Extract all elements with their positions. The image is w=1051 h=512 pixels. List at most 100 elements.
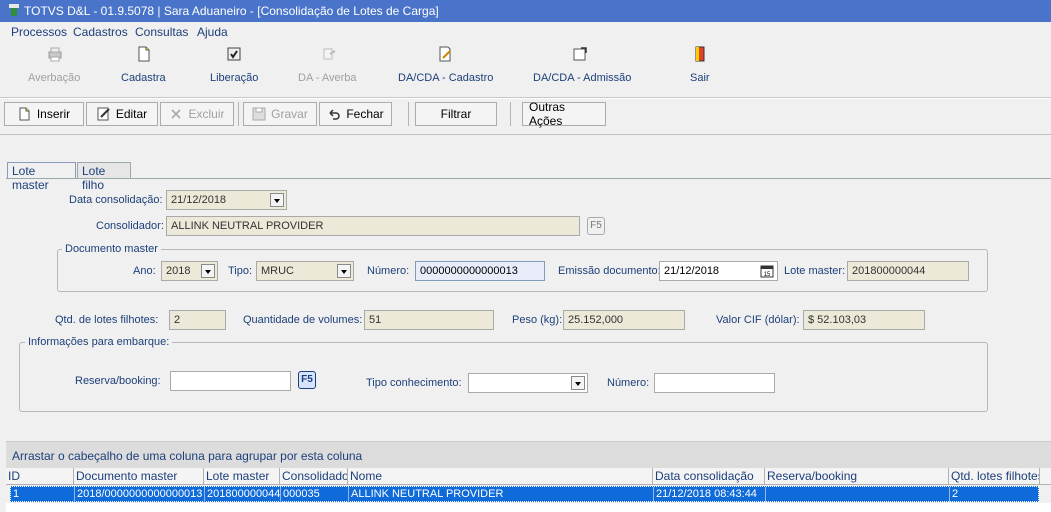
tipo-value: MRUC bbox=[261, 265, 294, 277]
exit-door-icon bbox=[695, 46, 705, 62]
grid-header: ID Documento master Lote master Consolid… bbox=[6, 468, 1051, 485]
delete-x-icon bbox=[171, 109, 182, 119]
tab-lote-master[interactable]: Lote master bbox=[7, 162, 76, 192]
qtd-volumes-label: Quantidade de volumes: bbox=[243, 314, 363, 326]
numero-input[interactable]: 0000000000000013 bbox=[415, 261, 545, 281]
reserva-input[interactable] bbox=[170, 371, 291, 391]
table-row[interactable]: 1 2018/0000000000000013 201800000044 000… bbox=[10, 486, 1039, 502]
numero-value: 0000000000000013 bbox=[420, 265, 518, 277]
chevron-down-icon[interactable] bbox=[571, 376, 585, 390]
column-header-id[interactable]: ID bbox=[6, 468, 74, 485]
filtrar-button[interactable]: Filtrar bbox=[415, 102, 497, 126]
toolbar-separator bbox=[510, 102, 511, 126]
grid-empty-area bbox=[6, 503, 1051, 512]
cell-reserva-booking bbox=[766, 487, 950, 502]
emissao-label: Emissão documento: bbox=[558, 265, 661, 277]
column-header-documento-master[interactable]: Documento master bbox=[74, 468, 204, 485]
menu-processos[interactable]: Processos bbox=[11, 25, 67, 39]
release-stamp-icon bbox=[227, 47, 241, 61]
gravar-label: Gravar bbox=[271, 107, 308, 121]
printer-icon bbox=[48, 47, 62, 62]
filtrar-label: Filtrar bbox=[440, 107, 472, 121]
tipo-conhecimento-select[interactable] bbox=[468, 373, 588, 393]
tab-divider bbox=[6, 178, 1051, 179]
cell-documento-master: 2018/0000000000000013 bbox=[75, 487, 205, 502]
numero-label: Número: bbox=[367, 265, 410, 277]
column-header-reserva-booking[interactable]: Reserva/booking bbox=[765, 468, 949, 485]
undo-arrow-icon bbox=[329, 109, 340, 120]
menu-cadastros[interactable]: Cadastros bbox=[73, 25, 128, 39]
emissao-date-input[interactable]: 21/12/2018 15 bbox=[659, 261, 778, 281]
toolbar-separator bbox=[238, 102, 239, 126]
documento-master-legend: Documento master bbox=[62, 243, 161, 255]
tipo-select[interactable]: MRUC bbox=[256, 261, 354, 281]
toolbar-separator bbox=[408, 102, 409, 126]
column-header-qtd-lotes[interactable]: Qtd. lotes filhotes bbox=[949, 468, 1040, 485]
lote-master-label: Lote master: bbox=[784, 265, 846, 277]
averbacao-label: Averbação bbox=[28, 72, 81, 84]
ano-value: 2018 bbox=[166, 265, 191, 277]
menu-bar: Processos Cadastros Consultas Ajuda bbox=[0, 22, 1051, 42]
reserva-label: Reserva/booking: bbox=[75, 375, 161, 387]
column-header-consolidador[interactable]: Consolidador bbox=[280, 468, 348, 485]
numero-embarque-input[interactable] bbox=[654, 373, 775, 393]
new-document-icon bbox=[19, 107, 30, 121]
group-by-panel[interactable]: Arrastar o cabeçalho de uma coluna para … bbox=[6, 441, 1051, 468]
column-header-data-consolidacao[interactable]: Data consolidação bbox=[653, 468, 765, 485]
reserva-lookup-button[interactable]: F5 bbox=[298, 371, 316, 389]
consolidador-lookup-button[interactable]: F5 bbox=[587, 217, 605, 235]
cell-consolidador: 000035 bbox=[281, 487, 349, 502]
da-averba-label: DA - Averba bbox=[298, 72, 357, 84]
da-cda-cadastro-label: DA/CDA - Cadastro bbox=[398, 72, 494, 84]
excluir-label: Excluir bbox=[188, 107, 225, 121]
cell-nome: ALLINK NEUTRAL PROVIDER bbox=[349, 487, 654, 502]
outras-acoes-label: Outras Ações bbox=[529, 100, 566, 128]
tab-lote-filho[interactable]: Lote filho bbox=[77, 162, 131, 192]
excluir-button[interactable]: Excluir bbox=[160, 102, 234, 126]
fechar-label: Fechar bbox=[346, 107, 384, 121]
outras-acoes-button[interactable]: Outras Ações bbox=[522, 100, 606, 128]
consolidador-label: Consolidador: bbox=[96, 220, 164, 232]
cadastra-label: Cadastra bbox=[121, 72, 166, 84]
valor-cif-label: Valor CIF (dólar): bbox=[716, 314, 800, 326]
numero-embarque-label: Número: bbox=[607, 377, 650, 389]
column-header-lote-master[interactable]: Lote master bbox=[204, 468, 280, 485]
qtd-volumes-value: 51 bbox=[369, 314, 382, 326]
embarque-legend: Informações para embarque: bbox=[25, 336, 173, 348]
da-cda-admissao-label: DA/CDA - Admissão bbox=[533, 72, 632, 84]
divider bbox=[0, 134, 1051, 135]
fechar-button[interactable]: Fechar bbox=[319, 102, 392, 126]
column-header-nome[interactable]: Nome bbox=[348, 468, 653, 485]
gravar-button[interactable]: Gravar bbox=[243, 102, 317, 126]
title-bar: TOTVS D&L - 01.9.5078 | Sara Aduaneiro -… bbox=[0, 0, 1051, 22]
liberacao-label: Liberação bbox=[210, 72, 259, 84]
menu-consultas[interactable]: Consultas bbox=[135, 25, 188, 39]
save-disk-icon bbox=[252, 107, 266, 121]
spin-icon[interactable] bbox=[201, 264, 215, 278]
hand-document-icon bbox=[323, 48, 336, 60]
cell-id: 1 bbox=[11, 487, 75, 502]
editar-label: Editar bbox=[115, 107, 148, 121]
chevron-down-icon[interactable] bbox=[270, 193, 284, 207]
peso-field: 25.152,000 bbox=[563, 310, 685, 330]
menu-ajuda[interactable]: Ajuda bbox=[197, 25, 228, 39]
calendar-icon[interactable]: 15 bbox=[760, 264, 774, 278]
inserir-button[interactable]: Inserir bbox=[4, 102, 84, 126]
editar-button[interactable]: Editar bbox=[86, 102, 158, 126]
ano-label: Ano: bbox=[133, 265, 156, 277]
qtd-lotes-field: 2 bbox=[169, 310, 226, 330]
valor-cif-value: $ 52.103,03 bbox=[808, 314, 867, 326]
chevron-down-icon[interactable] bbox=[337, 264, 351, 278]
tipo-conhecimento-label: Tipo conhecimento: bbox=[366, 377, 462, 389]
ano-stepper[interactable]: 2018 bbox=[161, 261, 218, 281]
data-consolidacao-value: 21/12/2018 bbox=[171, 194, 227, 206]
edit-document-icon bbox=[439, 46, 451, 62]
consolidador-field[interactable]: ALLINK NEUTRAL PROVIDER bbox=[166, 216, 580, 236]
cell-data-consolidacao: 21/12/2018 08:43:44 bbox=[654, 487, 766, 502]
cell-lote-master: 201800000044 bbox=[207, 487, 281, 502]
data-consolidacao-select[interactable]: 21/12/2018 bbox=[166, 190, 287, 210]
qtd-lotes-label: Qtd. de lotes filhotes: bbox=[55, 314, 159, 326]
valor-cif-field: $ 52.103,03 bbox=[803, 310, 925, 330]
data-consolidacao-label: Data consolidação: bbox=[69, 194, 163, 206]
tipo-label: Tipo: bbox=[228, 265, 253, 277]
